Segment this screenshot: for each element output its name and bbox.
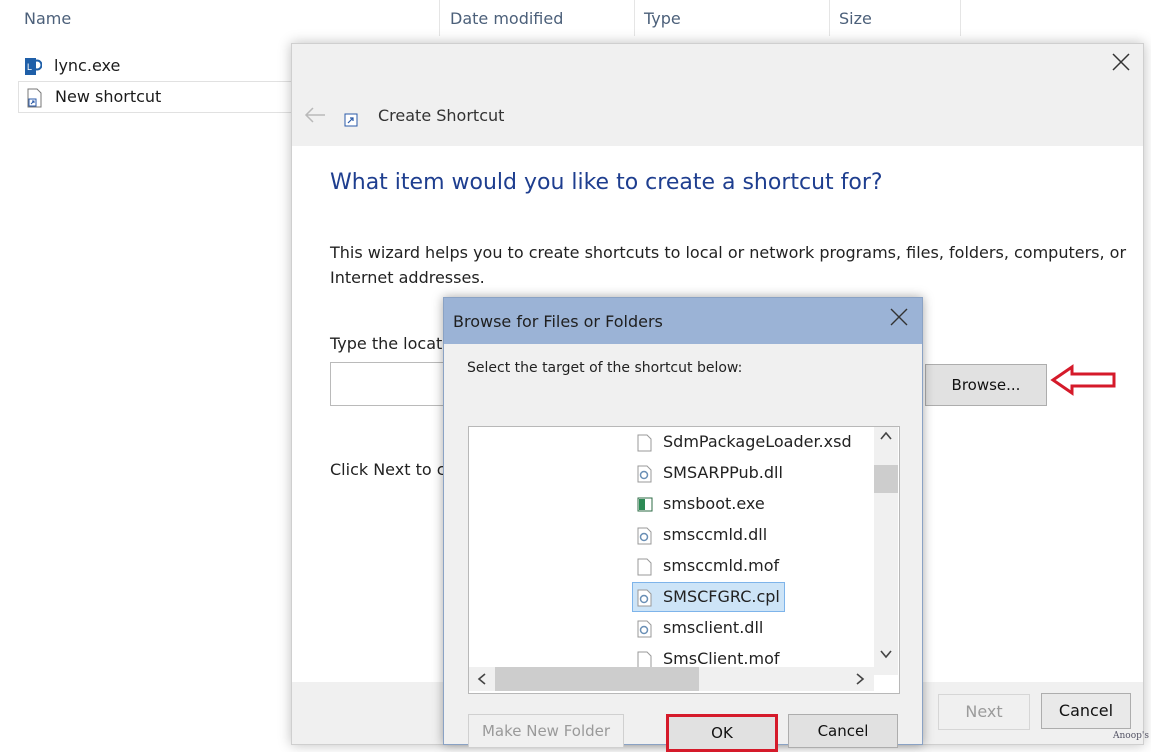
browse-dialog: Browse for Files or Folders Select the t… bbox=[443, 297, 923, 752]
file-name: lync.exe bbox=[54, 56, 121, 75]
tree-item-label: smsccmld.dll bbox=[663, 525, 768, 544]
wizard-description: This wizard helps you to create shortcut… bbox=[330, 243, 1127, 287]
tree-item-label: SmsClient.mof bbox=[663, 649, 780, 668]
column-header-name[interactable]: Name bbox=[24, 0, 71, 38]
back-arrow-icon[interactable] bbox=[304, 104, 326, 128]
horizontal-scroll-thumb[interactable] bbox=[495, 667, 699, 691]
tree-item[interactable]: smsboot.exe bbox=[633, 490, 765, 518]
watermark: Anoop's bbox=[1113, 731, 1149, 741]
tree-item[interactable]: SdmPackageLoader.xsd bbox=[633, 428, 852, 456]
browse-dialog-title: Browse for Files or Folders bbox=[453, 312, 663, 331]
column-header-size[interactable]: Size bbox=[839, 0, 872, 38]
file-icon bbox=[637, 650, 653, 669]
tree-item[interactable]: SMSARPPub.dll bbox=[633, 459, 783, 487]
tree-item-label: smsccmld.mof bbox=[663, 556, 780, 575]
scroll-down-icon[interactable] bbox=[879, 647, 893, 665]
tree-item-label: smsclient.dll bbox=[663, 618, 764, 637]
scroll-left-icon[interactable] bbox=[475, 672, 489, 690]
close-icon[interactable] bbox=[1109, 50, 1133, 74]
lync-app-icon: L bbox=[24, 57, 43, 75]
column-separator bbox=[829, 0, 830, 36]
dll-icon bbox=[637, 619, 653, 638]
file-name: New shortcut bbox=[55, 87, 162, 106]
shortcut-icon bbox=[25, 88, 43, 108]
cpl-icon bbox=[637, 588, 653, 607]
file-icon bbox=[637, 433, 653, 452]
dll-icon bbox=[637, 526, 653, 545]
column-header-type[interactable]: Type bbox=[644, 0, 681, 38]
folder-tree[interactable]: SdmPackageLoader.xsd SMSARPPub.dll smsbo… bbox=[468, 426, 900, 694]
tree-item[interactable]: smsccmld.dll bbox=[633, 521, 767, 549]
location-label: Type the locati bbox=[330, 334, 447, 353]
tree-item-label: smsboot.exe bbox=[663, 494, 765, 513]
column-header-date-modified[interactable]: Date modified bbox=[450, 0, 563, 38]
tree-item-label: SMSCFGRC.cpl bbox=[663, 587, 780, 606]
browse-button[interactable]: Browse... bbox=[925, 364, 1047, 406]
tree-item-label: SMSARPPub.dll bbox=[663, 463, 783, 482]
shortcut-icon bbox=[344, 112, 358, 127]
wizard-heading: What item would you like to create a sho… bbox=[330, 170, 883, 195]
click-next-text: Click Next to c bbox=[330, 460, 446, 479]
browse-instruction: Select the target of the shortcut below: bbox=[467, 360, 743, 376]
tree-item-label: SdmPackageLoader.xsd bbox=[663, 432, 852, 451]
cancel-button[interactable]: Cancel bbox=[1041, 693, 1131, 729]
column-separator bbox=[439, 0, 440, 36]
column-separator bbox=[634, 0, 635, 36]
scroll-up-icon[interactable] bbox=[879, 429, 893, 447]
annotation-arrow-icon bbox=[1050, 364, 1118, 396]
close-icon[interactable] bbox=[888, 306, 910, 328]
scroll-right-icon[interactable] bbox=[853, 672, 867, 690]
wizard-header bbox=[292, 44, 1143, 146]
tree-item[interactable]: smsccmld.mof bbox=[633, 552, 779, 580]
vertical-scroll-thumb[interactable] bbox=[874, 465, 898, 493]
column-separator bbox=[960, 0, 961, 36]
svg-text:L: L bbox=[27, 62, 32, 72]
file-row-new-shortcut[interactable]: New shortcut bbox=[18, 81, 296, 113]
ok-button[interactable]: OK bbox=[666, 714, 778, 752]
dll-icon bbox=[637, 464, 653, 483]
file-icon bbox=[637, 557, 653, 576]
exe-icon bbox=[637, 495, 653, 513]
wizard-title: Create Shortcut bbox=[378, 106, 505, 125]
tree-item-selected[interactable]: SMSCFGRC.cpl bbox=[632, 582, 785, 612]
file-row-lync[interactable]: L lync.exe bbox=[18, 51, 294, 81]
tree-item[interactable]: smsclient.dll bbox=[633, 614, 763, 642]
next-button[interactable]: Next bbox=[938, 694, 1030, 730]
